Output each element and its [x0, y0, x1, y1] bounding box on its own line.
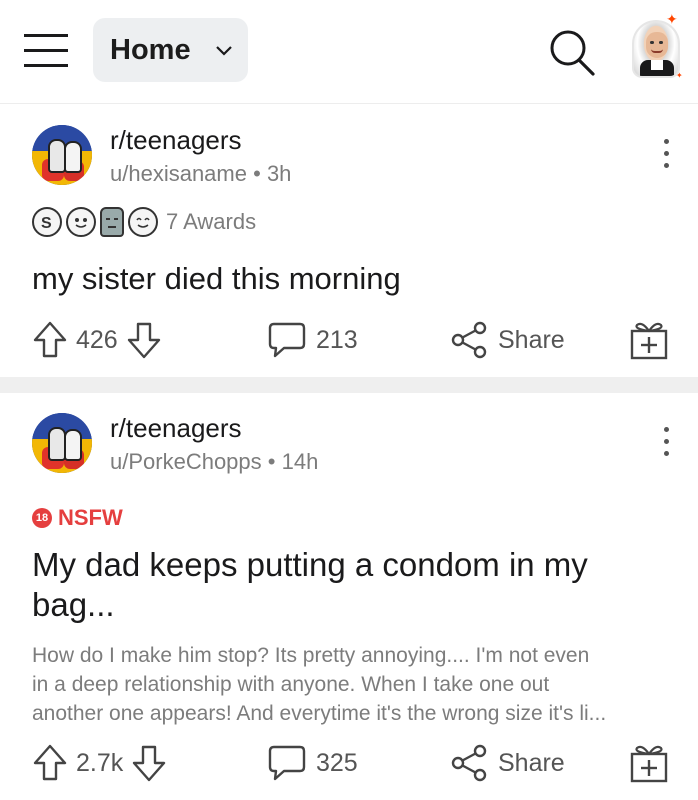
post-action-bar: 426 213 Share	[0, 315, 698, 365]
nsfw-label: NSFW	[58, 505, 123, 530]
awards-count: 7 Awards	[166, 209, 257, 234]
body-line: How do I make him stop? Its pretty annoy…	[32, 644, 590, 667]
moai-award-icon	[100, 207, 124, 237]
share-label: Share	[498, 325, 565, 354]
share-button[interactable]: Share	[450, 315, 573, 365]
feed-selector-button[interactable]: Home	[93, 18, 248, 82]
award-button[interactable]	[628, 738, 670, 788]
vote-controls: 426	[32, 315, 162, 365]
post-card[interactable]: r/teenagers u/PorkeChopps • 14h 18 NSFW …	[0, 393, 698, 800]
meta-separator: •	[267, 449, 282, 474]
silver-award-icon: S	[32, 207, 62, 237]
post-card[interactable]: r/teenagers u/hexisaname • 3h S 7 Awards…	[0, 105, 698, 377]
body-line: in a deep relationship with anyone. When…	[32, 673, 550, 696]
post-action-bar: 2.7k 325 Share	[0, 738, 698, 788]
sparkle-small-icon: ✦	[676, 71, 683, 80]
chevron-down-icon	[216, 46, 232, 56]
vote-count: 2.7k	[76, 748, 124, 777]
gift-icon	[630, 322, 668, 360]
share-icon	[451, 744, 487, 782]
post-title[interactable]: my sister died this morning	[32, 259, 401, 299]
comments-button[interactable]: 325	[266, 738, 366, 788]
sparkle-icon: ✦	[666, 11, 678, 27]
comments-button[interactable]: 213	[266, 315, 366, 365]
subreddit-avatar[interactable]	[32, 125, 92, 185]
post-meta: u/PorkeChopps • 14h	[110, 449, 318, 475]
post-author[interactable]: u/PorkeChopps	[110, 449, 262, 474]
more-options-icon[interactable]	[656, 427, 676, 461]
share-button[interactable]: Share	[450, 738, 573, 788]
comment-count: 213	[316, 325, 358, 354]
comment-icon	[268, 322, 306, 358]
awards-row[interactable]: S 7 Awards	[32, 205, 256, 239]
post-age: 14h	[281, 449, 319, 474]
svg-text:S: S	[41, 215, 52, 232]
body-line: another one appears! And everytime it's …	[32, 702, 607, 725]
share-label: Share	[498, 748, 565, 777]
wholesome-award-icon	[66, 207, 96, 237]
feed-selector-label: Home	[110, 33, 191, 66]
nsfw-tag: 18 NSFW	[32, 505, 123, 531]
vote-controls: 2.7k	[32, 738, 167, 788]
post-age: 3h	[266, 161, 292, 186]
share-icon	[451, 321, 487, 359]
award-button[interactable]	[628, 315, 670, 365]
user-avatar-button[interactable]: ✦ ✦	[628, 12, 688, 86]
downvote-icon[interactable]	[131, 743, 167, 783]
subreddit-name[interactable]: r/teenagers	[110, 413, 242, 443]
helpful-award-icon	[128, 207, 158, 237]
comment-count: 325	[316, 748, 358, 777]
gift-icon	[630, 745, 668, 783]
downvote-icon[interactable]	[126, 320, 162, 360]
upvote-icon[interactable]	[32, 320, 68, 360]
meta-separator: •	[253, 161, 267, 186]
post-meta: u/hexisaname • 3h	[110, 161, 291, 187]
upvote-icon[interactable]	[32, 743, 68, 783]
post-body-preview[interactable]: How do I make him stop? Its pretty annoy…	[32, 641, 672, 728]
search-icon[interactable]	[546, 26, 598, 78]
vote-count: 426	[76, 325, 118, 354]
top-app-bar: Home ✦ ✦	[0, 0, 698, 104]
comment-icon	[268, 745, 306, 781]
more-options-icon[interactable]	[656, 139, 676, 173]
nsfw-badge-icon: 18	[32, 508, 52, 528]
subreddit-name[interactable]: r/teenagers	[110, 125, 242, 155]
subreddit-avatar[interactable]	[32, 413, 92, 473]
post-title[interactable]: My dad keeps putting a condom in my bag.…	[32, 545, 662, 625]
menu-icon[interactable]	[24, 30, 68, 70]
post-divider	[0, 377, 698, 393]
post-author[interactable]: u/hexisaname	[110, 161, 247, 186]
avatar	[632, 20, 680, 78]
